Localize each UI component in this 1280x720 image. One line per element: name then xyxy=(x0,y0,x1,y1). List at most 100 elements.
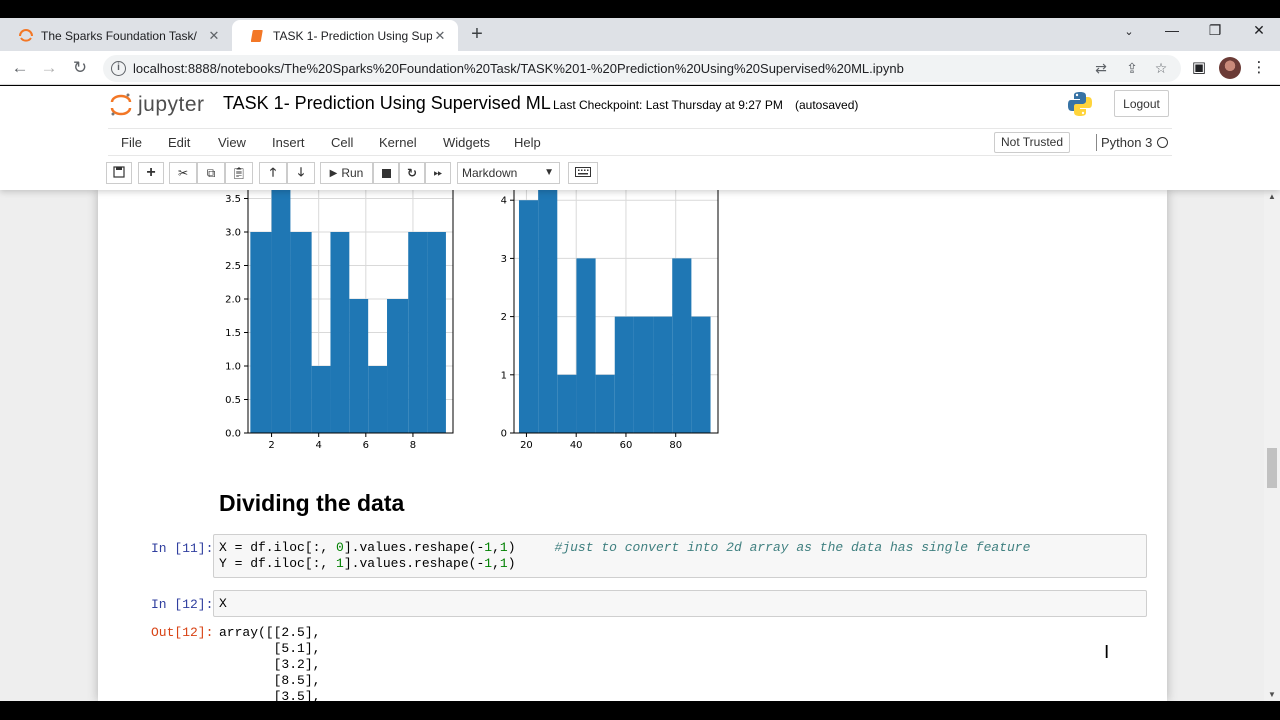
autosave-status: (autosaved) xyxy=(795,98,859,112)
fast-forward-icon: ⏩︎ xyxy=(433,166,443,179)
back-arrow-icon[interactable]: ← xyxy=(9,58,31,78)
markdown-heading[interactable]: Dividing the data xyxy=(219,490,404,517)
stop-icon xyxy=(381,168,391,178)
restart-button[interactable]: ↻ xyxy=(399,162,425,184)
histogram-bar xyxy=(408,232,428,433)
share-icon[interactable]: ⇪ xyxy=(1122,60,1142,77)
histogram-bar xyxy=(387,299,409,433)
kernel-name: Python 3 xyxy=(1101,135,1153,150)
copy-button[interactable]: ⧉ xyxy=(197,162,225,184)
arrow-down-icon: 🡓 xyxy=(297,164,305,179)
y-tick-label: 2 xyxy=(501,312,507,323)
code-cell-11[interactable]: X = df.iloc[:, 0].values.reshape(-1,1) #… xyxy=(213,534,1147,578)
site-info-icon[interactable]: i xyxy=(111,61,126,76)
run-label: Run xyxy=(341,166,364,180)
menu-kernel[interactable]: Kernel xyxy=(379,135,417,150)
page-scrollbar[interactable]: ▲ ▼ xyxy=(1264,190,1280,701)
close-window-icon[interactable]: ✕ xyxy=(1247,22,1271,39)
histogram-bar xyxy=(672,258,692,433)
y-tick-label: 1.5 xyxy=(225,328,241,339)
notebook-header: jupyter TASK 1- Prediction Using Supervi… xyxy=(0,86,1280,190)
output-line: [3.5], xyxy=(219,689,321,701)
tab-task1-notebook[interactable]: TASK 1- Prediction Using Supervi ✕ xyxy=(232,20,458,51)
y-tick-label: 0 xyxy=(501,429,507,440)
histogram-bar xyxy=(250,232,272,433)
y-tick-label: 3.0 xyxy=(225,228,241,239)
restart-run-all-button[interactable]: ⏩︎ xyxy=(425,162,451,184)
insert-cell-button[interactable]: + xyxy=(138,162,164,184)
menu-insert[interactable]: Insert xyxy=(272,135,305,150)
move-up-button[interactable]: 🡑 xyxy=(259,162,287,184)
tab-sparks-foundation[interactable]: The Sparks Foundation Task/ ✕ xyxy=(0,20,232,51)
tab-title: TASK 1- Prediction Using Supervi xyxy=(273,28,432,43)
scroll-down-arrow-icon[interactable]: ▼ xyxy=(1264,690,1280,699)
output-line: [8.5], xyxy=(219,673,321,688)
histogram-bar xyxy=(691,316,711,433)
jupyter-logo-text: jupyter xyxy=(138,93,205,116)
x-tick-label: 2 xyxy=(268,440,274,451)
histogram-bar xyxy=(518,200,539,433)
kernel-separator xyxy=(1096,134,1097,151)
menu-help[interactable]: Help xyxy=(514,135,541,150)
profile-avatar[interactable] xyxy=(1219,57,1241,79)
browser-menu-icon[interactable]: ⋮ xyxy=(1248,58,1270,76)
x-tick-label: 40 xyxy=(570,440,583,451)
y-tick-label: 1 xyxy=(501,370,507,381)
side-panel-icon[interactable]: ▣ xyxy=(1188,58,1210,76)
restart-icon: ↻ xyxy=(406,166,418,180)
jupyter-logo-icon xyxy=(110,92,132,118)
notebook-name[interactable]: TASK 1- Prediction Using Supervised ML xyxy=(223,93,551,114)
minimize-icon[interactable]: — xyxy=(1160,22,1184,38)
logout-button[interactable]: Logout xyxy=(1114,90,1169,117)
reload-icon[interactable]: ↻ xyxy=(69,58,91,78)
restore-icon[interactable]: ❐ xyxy=(1203,22,1227,39)
menu-edit[interactable]: Edit xyxy=(168,135,190,150)
trust-status-button[interactable]: Not Trusted xyxy=(994,132,1071,153)
notebook-favicon-icon xyxy=(250,28,266,44)
jupyter-favicon-icon xyxy=(18,28,34,44)
scroll-up-arrow-icon[interactable]: ▲ xyxy=(1264,192,1280,201)
jupyter-logo[interactable]: jupyter xyxy=(110,92,205,118)
menu-widgets[interactable]: Widgets xyxy=(443,135,490,150)
x-tick-label: 20 xyxy=(520,440,533,451)
jupyter-page: jupyter TASK 1- Prediction Using Supervi… xyxy=(0,86,1280,701)
y-tick-label: 4 xyxy=(501,196,507,207)
histogram-bar xyxy=(653,316,673,433)
cell-type-select[interactable]: Markdown ▼ xyxy=(457,162,560,184)
y-tick-label: 2.5 xyxy=(225,261,241,272)
histogram-bar xyxy=(557,374,577,433)
input-prompt-12: In [12]: xyxy=(151,597,214,612)
code-line: X xyxy=(219,596,227,611)
command-palette-button[interactable] xyxy=(568,162,598,184)
menu-cell[interactable]: Cell xyxy=(331,135,353,150)
menu-bar: File Edit View Insert Cell Kernel Widget… xyxy=(108,128,1172,156)
text-cursor-icon: I xyxy=(1104,642,1110,663)
notebook-toolbar: + ✂ ⧉ 📋︎ 🡑 🡓 ▶ Run ↻ ⏩︎ Markdown ▼ xyxy=(106,162,1176,184)
interrupt-button[interactable] xyxy=(373,162,399,184)
forward-arrow-icon[interactable]: → xyxy=(38,58,60,78)
x-tick-label: 8 xyxy=(410,440,416,451)
y-tick-label: 0.0 xyxy=(225,429,241,440)
translate-icon[interactable]: ⇄ xyxy=(1091,60,1111,77)
output-line: [3.2], xyxy=(219,657,321,672)
new-tab-plus-icon[interactable]: + xyxy=(466,23,488,46)
move-down-button[interactable]: 🡓 xyxy=(287,162,315,184)
paste-button[interactable]: 📋︎ xyxy=(225,162,253,184)
histogram-bar xyxy=(538,190,558,433)
tab-close-icon[interactable]: ✕ xyxy=(432,28,448,44)
menu-file[interactable]: File xyxy=(121,135,142,150)
histogram-bar xyxy=(576,258,596,433)
histogram-bar xyxy=(633,316,654,433)
run-button[interactable]: ▶ Run xyxy=(320,162,373,184)
menu-view[interactable]: View xyxy=(218,135,246,150)
save-icon xyxy=(113,165,125,181)
code-cell-12[interactable]: X xyxy=(213,590,1147,617)
tab-search-chevron-icon[interactable]: ⌄ xyxy=(1117,25,1141,38)
cut-button[interactable]: ✂ xyxy=(169,162,197,184)
bookmark-star-icon[interactable]: ☆ xyxy=(1151,60,1171,77)
save-button[interactable] xyxy=(106,162,132,184)
tab-close-icon[interactable]: ✕ xyxy=(206,28,222,44)
address-bar[interactable]: i localhost:8888/notebooks/The%20Sparks%… xyxy=(103,55,1181,82)
checkpoint-status: Last Checkpoint: Last Thursday at 9:27 P… xyxy=(553,98,783,112)
scrollbar-thumb[interactable] xyxy=(1267,448,1277,488)
